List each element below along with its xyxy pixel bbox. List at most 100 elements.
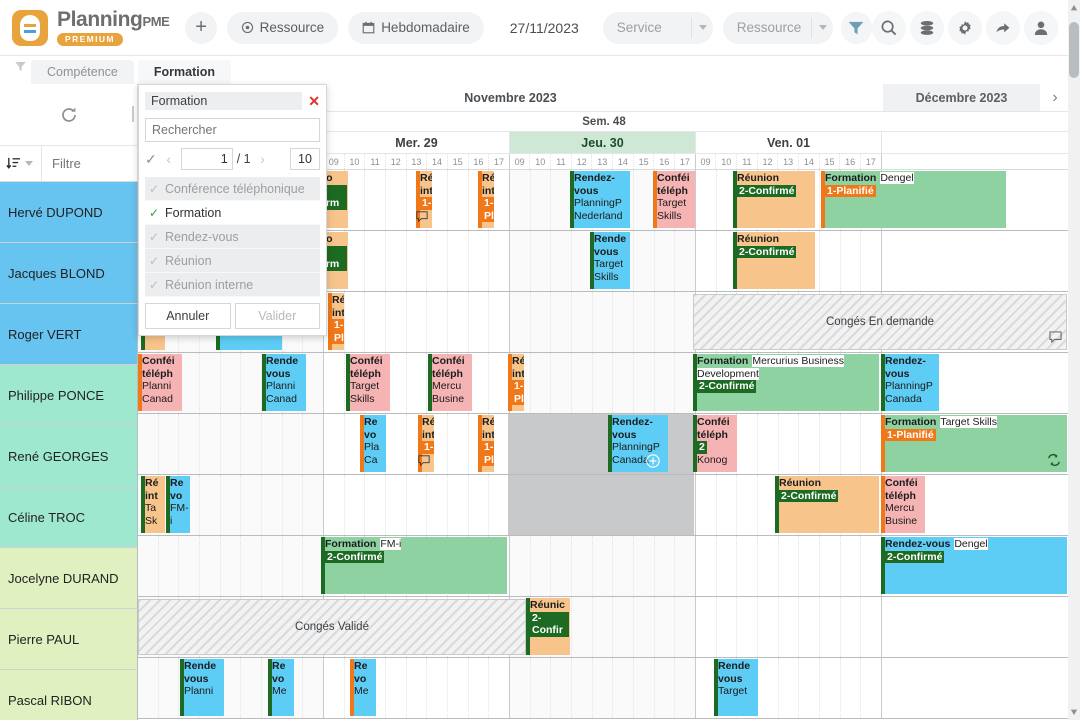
grid-cell[interactable] bbox=[220, 536, 242, 596]
grid-cell[interactable] bbox=[758, 536, 779, 596]
grid-cell[interactable] bbox=[592, 658, 614, 718]
grid-cell[interactable] bbox=[200, 475, 221, 535]
calendar-event[interactable]: Formation Mercurius Business Development 2… bbox=[693, 354, 879, 411]
grid-cell[interactable] bbox=[324, 414, 345, 474]
grid-cell[interactable] bbox=[613, 597, 634, 657]
grid-cell[interactable] bbox=[634, 597, 655, 657]
grid-cell[interactable] bbox=[530, 536, 552, 596]
grid-cell[interactable] bbox=[820, 658, 841, 718]
calendar-event[interactable]: Rende vous Planni bbox=[180, 659, 224, 716]
grid-cell[interactable] bbox=[530, 231, 552, 291]
grid-cell[interactable] bbox=[241, 353, 262, 413]
grid-cell[interactable] bbox=[779, 597, 800, 657]
next-page-icon[interactable]: › bbox=[255, 151, 271, 167]
cancel-button[interactable]: Annuler bbox=[145, 303, 231, 329]
calendar-event[interactable]: Ré int Ta Sk bbox=[141, 476, 165, 533]
grid-cell[interactable] bbox=[572, 353, 593, 413]
grid-cell[interactable] bbox=[489, 231, 510, 291]
leave-block[interactable]: Congés Validé bbox=[138, 599, 526, 655]
settings-button[interactable] bbox=[948, 10, 982, 45]
grid-cell[interactable] bbox=[427, 292, 448, 352]
calendar-event[interactable]: Re vo FM-i bbox=[166, 476, 190, 533]
leave-block[interactable]: Congés En demande bbox=[693, 294, 1067, 350]
grid-cell[interactable] bbox=[592, 597, 614, 657]
calendar-event[interactable]: Rendez-vous PlanningP Canada bbox=[608, 415, 668, 472]
grid-cell[interactable] bbox=[820, 414, 841, 474]
grid-cell[interactable] bbox=[510, 536, 531, 596]
calendar-event[interactable]: Ré int1-Pl bbox=[478, 171, 494, 228]
prev-page-icon[interactable]: ‹ bbox=[161, 151, 177, 167]
day-header-cell[interactable]: Ven. 01 bbox=[696, 132, 882, 153]
calendar-event[interactable]: Réunion 2-Confirmé bbox=[775, 476, 879, 533]
grid-cell[interactable] bbox=[427, 658, 448, 718]
service-select[interactable]: Service bbox=[602, 11, 713, 44]
calendar-event[interactable]: Rende vous Planni Canad bbox=[262, 354, 306, 411]
grid-cell[interactable] bbox=[365, 292, 386, 352]
calendar-event[interactable]: Ré int1- bbox=[416, 171, 432, 228]
grid-cell[interactable] bbox=[469, 658, 490, 718]
formation-option[interactable]: ✓ Réunion interne bbox=[145, 273, 320, 297]
formation-option[interactable]: ✓ Rendez-vous bbox=[145, 225, 320, 249]
grid-cell[interactable] bbox=[799, 414, 820, 474]
grid-cell[interactable] bbox=[262, 414, 283, 474]
grid-cell[interactable] bbox=[592, 536, 614, 596]
formation-option[interactable]: ✓ Réunion bbox=[145, 249, 320, 273]
grid-cell[interactable] bbox=[510, 292, 531, 352]
grid-cell[interactable] bbox=[179, 353, 200, 413]
grid-cell[interactable] bbox=[758, 597, 779, 657]
resource-name-cell[interactable]: Jacques BLOND bbox=[0, 243, 138, 304]
grid-cell[interactable] bbox=[551, 658, 572, 718]
calendar-event[interactable]: Re vo Me bbox=[350, 659, 376, 716]
grid-cell[interactable] bbox=[200, 353, 221, 413]
grid-cell[interactable] bbox=[758, 414, 779, 474]
grid-cell[interactable] bbox=[654, 536, 676, 596]
calendar-event[interactable]: Conféi téléph Mercu Busine bbox=[881, 476, 925, 533]
grid-cell[interactable] bbox=[407, 231, 428, 291]
calendar-event[interactable]: Réunion 2-Confirmé bbox=[733, 171, 815, 228]
grid-cell[interactable] bbox=[200, 536, 221, 596]
calendar-event[interactable]: Conféi téléph Target Skills bbox=[346, 354, 390, 411]
calendar-event[interactable]: Re vo Pla Ca bbox=[360, 415, 386, 472]
grid-cell[interactable] bbox=[220, 414, 242, 474]
resource-name-cell[interactable]: Céline TROC bbox=[0, 487, 138, 548]
refresh-button[interactable] bbox=[0, 84, 138, 146]
planning-row[interactable]: Conféi téléph Planni Canad Rende vous Plann… bbox=[138, 353, 1070, 414]
grid-cell[interactable] bbox=[841, 597, 862, 657]
grid-cell[interactable] bbox=[262, 475, 283, 535]
grid-cell[interactable] bbox=[861, 536, 882, 596]
grid-cell[interactable] bbox=[220, 353, 242, 413]
grid-cell[interactable] bbox=[386, 292, 407, 352]
grid-cell[interactable] bbox=[530, 353, 552, 413]
tab-formation[interactable]: Formation bbox=[137, 60, 231, 84]
calendar-event[interactable]: Rendez-vous PlanningP Nederland bbox=[570, 171, 630, 228]
grid-cell[interactable] bbox=[407, 292, 428, 352]
grid-cell[interactable] bbox=[675, 231, 696, 291]
grid-cell[interactable] bbox=[737, 597, 758, 657]
close-icon[interactable]: ✕ bbox=[302, 93, 320, 110]
database-button[interactable] bbox=[910, 10, 944, 45]
calendar-event[interactable]: Conféi téléph Planni Canad bbox=[138, 354, 182, 411]
calendar-event[interactable]: Formation FM-i 2-Confirmé bbox=[321, 537, 507, 594]
grid-cell[interactable] bbox=[324, 658, 345, 718]
check-icon[interactable]: ✓ bbox=[145, 151, 157, 168]
planning-row[interactable]: Formation FM-i 2-Confirmé Rendez-vous Dengel… bbox=[138, 536, 1070, 597]
grid-cell[interactable] bbox=[696, 597, 717, 657]
grid-cell[interactable] bbox=[799, 658, 820, 718]
scrollbar-thumb[interactable] bbox=[1069, 22, 1079, 78]
day-header-cell[interactable]: Jeu. 30 bbox=[510, 132, 696, 153]
grid-cell[interactable] bbox=[675, 658, 696, 718]
grid-cell[interactable] bbox=[634, 231, 655, 291]
page-size-input[interactable]: 10 bbox=[290, 148, 320, 170]
calendar-event[interactable]: Rende vous Target Skills bbox=[590, 232, 630, 289]
grid-cell[interactable] bbox=[303, 475, 324, 535]
grid-cell[interactable] bbox=[675, 536, 696, 596]
resource-name-cell[interactable]: Jocelyne DURAND bbox=[0, 548, 138, 609]
grid-cell[interactable] bbox=[241, 658, 262, 718]
grid-cell[interactable] bbox=[469, 231, 490, 291]
sort-button[interactable] bbox=[6, 156, 33, 171]
grid-cell[interactable] bbox=[407, 353, 428, 413]
grid-cell[interactable] bbox=[799, 536, 820, 596]
grid-cell[interactable] bbox=[530, 170, 552, 230]
grid-cell[interactable] bbox=[551, 231, 572, 291]
validate-button[interactable]: Valider bbox=[234, 303, 320, 329]
